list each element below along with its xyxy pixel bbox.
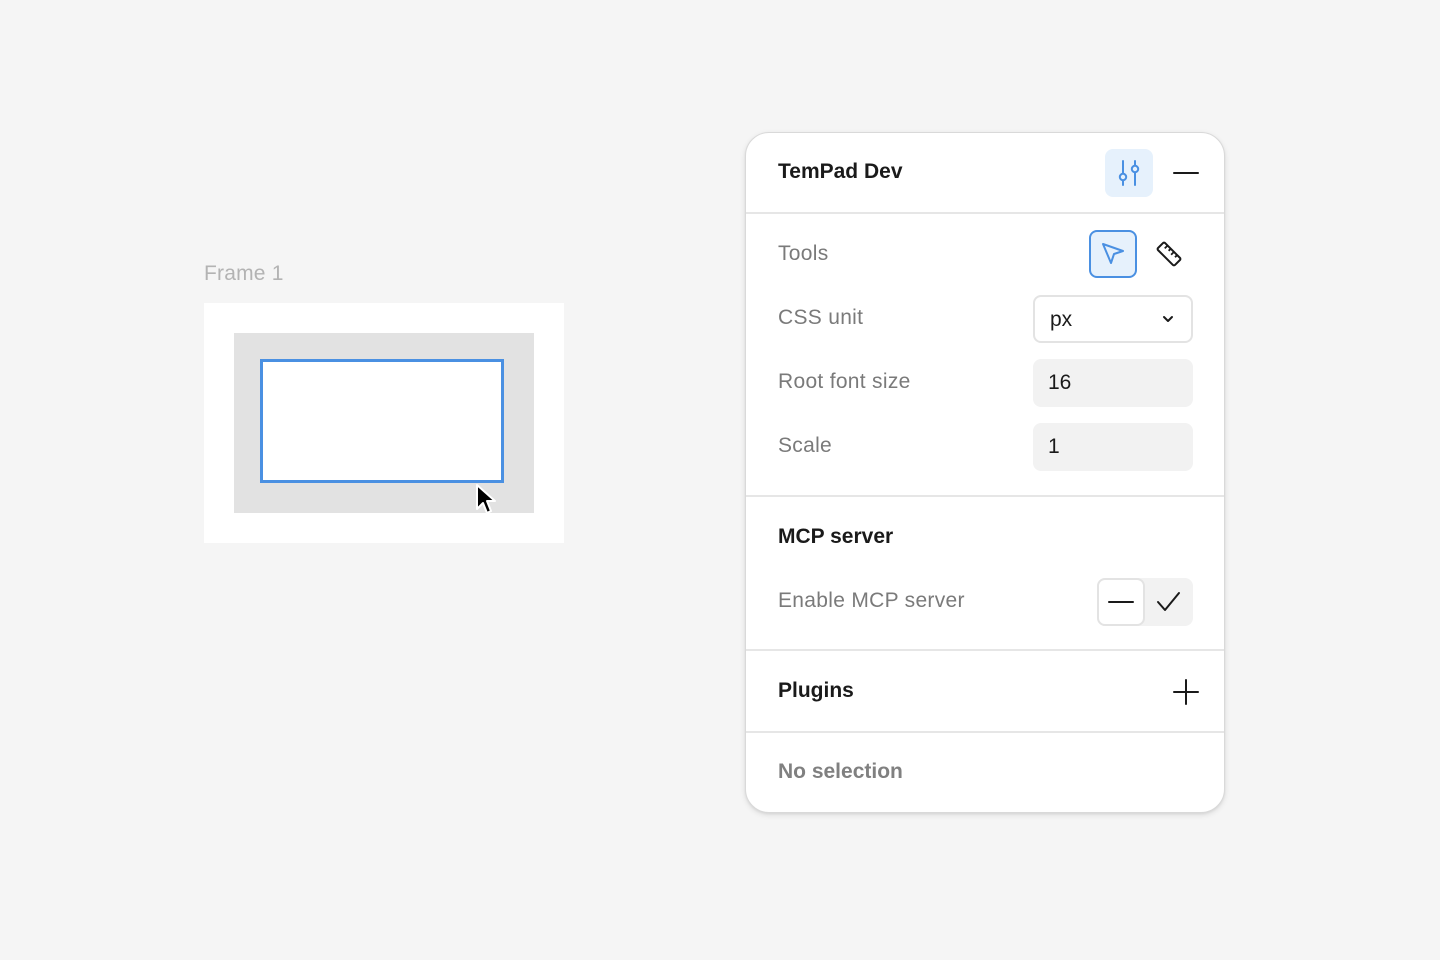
design-canvas[interactable]: Frame 1 TemPad Dev Tools CSS unit px Roo… [0,0,1440,960]
plugins-title: Plugins [778,679,854,702]
plugins-section: Plugins [746,651,1224,733]
panel-header[interactable]: TemPad Dev [746,133,1224,214]
css-unit-value: px [1050,308,1073,331]
mcp-title: MCP server [778,525,894,548]
ruler-icon [1156,241,1182,267]
select-tool-button[interactable] [1089,230,1137,278]
css-unit-select[interactable]: px [1033,295,1193,343]
gray-rectangle[interactable] [234,333,534,514]
frame-label[interactable]: Frame 1 [204,262,284,286]
minus-icon [1173,172,1199,174]
check-icon [1157,592,1180,611]
scale-input[interactable] [1033,423,1193,471]
css-unit-label: CSS unit [778,306,864,329]
chevron-down-icon [1163,316,1173,322]
scale-label: Scale [778,434,833,457]
mcp-toggle[interactable] [1097,578,1193,626]
selected-rectangle[interactable] [260,359,504,514]
panel-title: TemPad Dev [778,160,903,183]
no-selection-text: No selection [778,760,903,783]
mouse-cursor-icon [476,484,496,514]
mcp-on-button[interactable] [1145,578,1193,626]
add-plugin-button[interactable] [1162,668,1210,716]
pointer-icon [1102,243,1124,264]
frame[interactable] [204,303,564,543]
minimize-button[interactable] [1162,149,1210,197]
inspect-section: No selection [746,733,1224,812]
tools-label: Tools [778,242,829,265]
root-font-size-label: Root font size [778,370,911,393]
mcp-off-button[interactable] [1097,578,1145,626]
plus-icon [1173,679,1199,705]
sliders-icon [1118,160,1140,186]
minus-icon [1108,601,1134,603]
tempad-panel: TemPad Dev Tools CSS unit px Root font s… [745,132,1225,813]
mcp-section: MCP server Enable MCP server [746,497,1224,651]
preferences-section: Tools CSS unit px Root font size 16 Scal… [746,214,1224,497]
root-font-size-input[interactable] [1033,359,1193,407]
preferences-button[interactable] [1105,149,1153,197]
enable-mcp-label: Enable MCP server [778,589,965,612]
measure-tool-button[interactable] [1145,230,1193,278]
